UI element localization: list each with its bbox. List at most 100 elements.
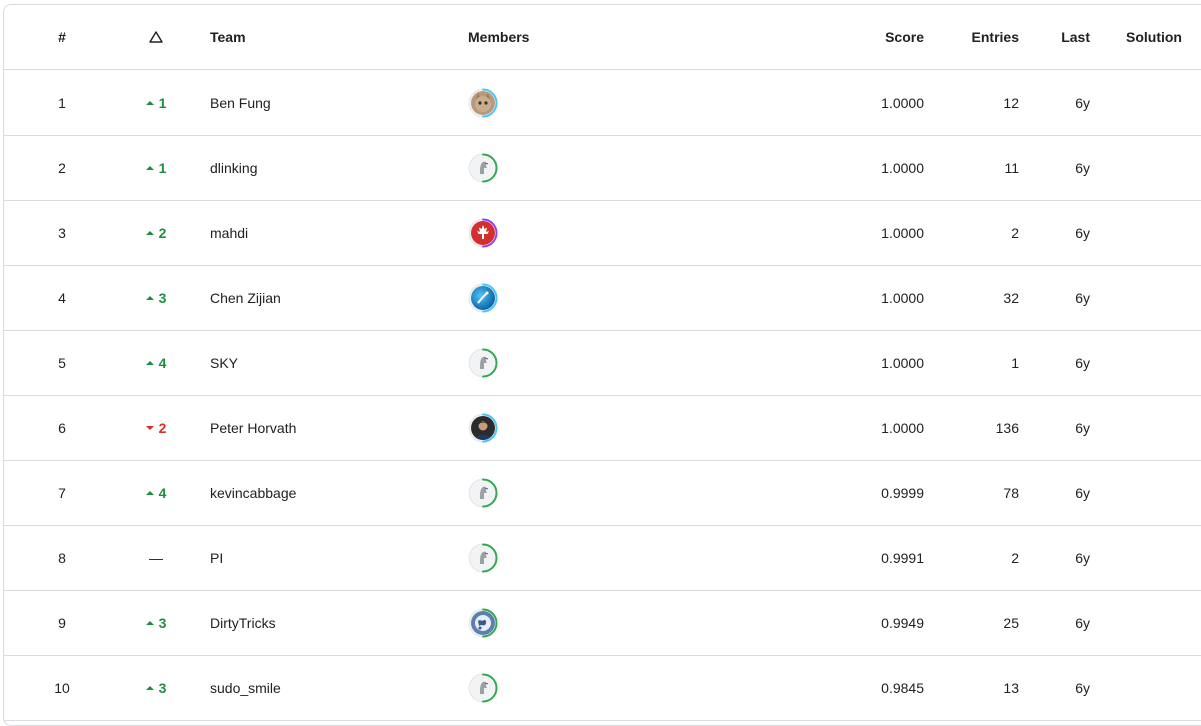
table-row[interactable]: 4 3 Chen Zijian 1.0000 32 6y	[4, 265, 1201, 331]
solution-cell	[1104, 590, 1201, 655]
avatar[interactable]	[468, 153, 498, 183]
team-name[interactable]: kevincabbage	[210, 460, 460, 525]
header-entries[interactable]: Entries	[934, 5, 1019, 69]
arrow-up-icon	[145, 165, 154, 170]
members-cell	[468, 330, 568, 395]
blue-sport-avatar-icon	[471, 285, 495, 310]
default-avatar-icon	[471, 545, 495, 570]
rank-cell: 9	[58, 614, 66, 631]
rank-cell: 6	[58, 419, 66, 436]
arrow-up-icon	[145, 100, 154, 105]
members-cell	[468, 135, 568, 200]
rank-change-value: 1	[158, 159, 167, 176]
score-cell: 0.9999	[881, 484, 924, 501]
solution-cell	[1104, 395, 1201, 460]
score-cell: 1.0000	[881, 419, 924, 436]
delta-cell: 2	[120, 200, 192, 265]
members-cell	[468, 525, 568, 590]
rank-change-value: 4	[158, 484, 167, 501]
table-row[interactable]: 10 3 sudo_smile 0.9845 13 6y	[4, 655, 1201, 721]
team-name[interactable]: Chen Zijian	[210, 265, 460, 330]
score-cell: 1.0000	[881, 289, 924, 306]
members-cell	[468, 655, 568, 720]
members-cell	[468, 590, 568, 655]
table-row[interactable]: 8 — PI 0.9991 2 6y	[4, 525, 1201, 591]
rank-change: 3	[145, 290, 166, 306]
entries-cell: 136	[995, 419, 1019, 436]
team-name[interactable]: mahdi	[210, 200, 460, 265]
entries-cell: 12	[1003, 94, 1019, 111]
person-avatar-icon	[471, 415, 495, 440]
arrow-up-icon	[145, 620, 154, 625]
rank-change-value: 2	[158, 419, 167, 436]
team-name[interactable]: dlinking	[210, 135, 460, 200]
score-cell: 1.0000	[881, 159, 924, 176]
header-delta[interactable]	[120, 5, 192, 69]
entries-cell: 78	[1003, 484, 1019, 501]
rank-cell: 4	[58, 289, 66, 306]
default-avatar-icon	[471, 350, 495, 375]
default-avatar-icon	[471, 675, 495, 700]
avatar[interactable]	[468, 88, 498, 118]
header-solution[interactable]: Solution	[1104, 5, 1201, 69]
delta-cell: 1	[120, 135, 192, 200]
team-name[interactable]: Peter Horvath	[210, 395, 460, 460]
rank-cell: 1	[58, 94, 66, 111]
table-row[interactable]: 3 2 mahdi 1.0000 2 6y	[4, 200, 1201, 266]
table-row[interactable]: 9 3 DirtyTricks 0.9949 25 6y	[4, 590, 1201, 656]
members-cell	[468, 200, 568, 265]
delta-icon	[149, 31, 163, 43]
entries-cell: 11	[1004, 159, 1019, 176]
table-header: # Team Members Score Entries Last Soluti…	[4, 5, 1201, 70]
default-avatar-icon	[471, 480, 495, 505]
avatar[interactable]	[468, 218, 498, 248]
team-name[interactable]: PI	[210, 525, 460, 590]
rank-change-value: 1	[158, 94, 167, 111]
team-name[interactable]: SKY	[210, 330, 460, 395]
delta-cell: —	[120, 525, 192, 590]
rank-change: 1	[145, 159, 167, 176]
avatar[interactable]	[468, 413, 498, 443]
header-team[interactable]: Team	[210, 5, 460, 69]
avatar[interactable]	[468, 673, 498, 703]
header-last[interactable]: Last	[1034, 5, 1090, 69]
solution-cell	[1104, 460, 1201, 525]
rank-cell: 10	[54, 679, 70, 696]
table-row[interactable]: 7 4 kevincabbage 0.9999 78 6y	[4, 460, 1201, 526]
avatar[interactable]	[468, 283, 498, 313]
rank-cell: 5	[58, 354, 66, 371]
header-rank[interactable]: #	[4, 5, 120, 69]
last-cell: 6y	[1075, 354, 1090, 371]
team-name[interactable]: Ben Fung	[210, 70, 460, 135]
team-name[interactable]: DirtyTricks	[210, 590, 460, 655]
rank-change: 4	[145, 484, 167, 501]
avatar[interactable]	[468, 543, 498, 573]
table-row[interactable]: 2 1 dlinking 1.0000 11 6y	[4, 135, 1201, 201]
rank-change-value: 4	[158, 354, 167, 371]
table-row[interactable]: 1 1 Ben Fung 1.0000 12 6y	[4, 70, 1201, 136]
header-score[interactable]: Score	[784, 5, 924, 69]
rank-change-value: —	[149, 549, 163, 566]
delta-cell: 1	[120, 70, 192, 135]
maple-leaf-avatar-icon	[471, 220, 495, 245]
header-members[interactable]: Members	[468, 5, 568, 69]
team-name[interactable]: sudo_smile	[210, 655, 460, 720]
solution-cell	[1104, 330, 1201, 395]
avatar[interactable]	[468, 608, 498, 638]
entries-cell: 25	[1003, 614, 1019, 631]
avatar[interactable]	[468, 478, 498, 508]
delta-cell: 3	[120, 265, 192, 330]
table-row[interactable]: 5 4 SKY 1.0000 1 6y	[4, 330, 1201, 396]
solution-cell	[1104, 265, 1201, 330]
rank-change: 4	[145, 354, 167, 371]
last-cell: 6y	[1075, 159, 1090, 176]
score-cell: 1.0000	[881, 224, 924, 241]
arrow-up-icon	[145, 230, 154, 235]
rank-change-value: 3	[158, 679, 167, 696]
rank-change: 3	[145, 615, 166, 631]
table-row[interactable]: 6 2 Peter Horvath 1.0000 136 6y	[4, 395, 1201, 461]
avatar[interactable]	[468, 348, 498, 378]
last-cell: 6y	[1075, 419, 1090, 436]
arrow-up-icon	[145, 360, 154, 365]
solution-cell	[1104, 655, 1201, 720]
